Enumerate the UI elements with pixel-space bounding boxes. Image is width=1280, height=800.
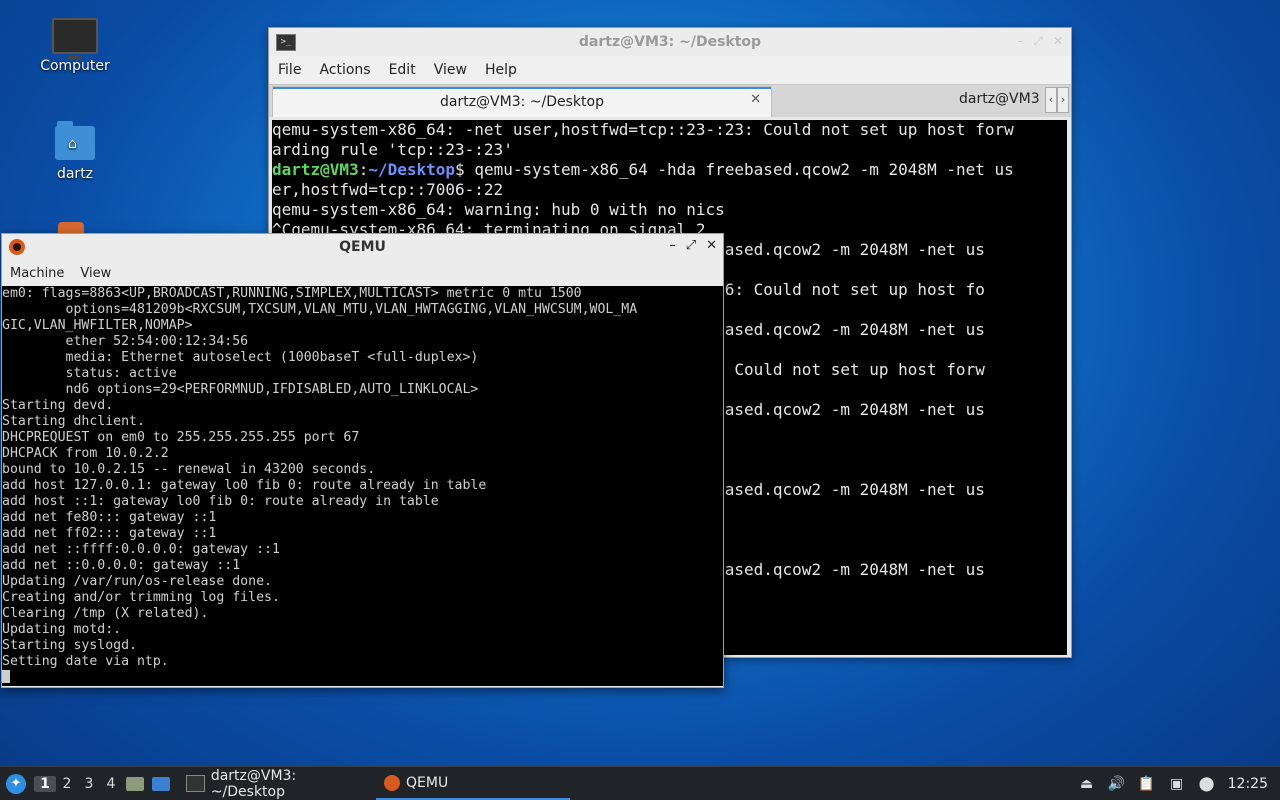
text-cursor xyxy=(2,670,10,683)
console-line: Starting dhclient. xyxy=(2,414,145,429)
qemu-window-title: QEMU xyxy=(339,239,386,255)
show-desktop-icon[interactable] xyxy=(152,776,170,791)
console-line: DHCPREQUEST on em0 to 255.255.255.255 po… xyxy=(2,430,360,445)
menu-edit[interactable]: Edit xyxy=(380,62,425,78)
workspace-1[interactable]: 1 xyxy=(34,775,56,792)
workspace-4[interactable]: 4 xyxy=(100,776,122,792)
desktop-icon-computer[interactable]: Computer xyxy=(30,18,120,74)
console-line: ether 52:54:00:12:34:56 xyxy=(2,334,249,349)
eject-icon[interactable]: ⏏ xyxy=(1078,776,1096,792)
console-line: add net ::ffff:0.0.0.0: gateway ::1 xyxy=(2,542,280,557)
menu-help[interactable]: Help xyxy=(476,62,526,78)
menu-machine[interactable]: Machine xyxy=(2,266,72,281)
console-line: Setting date via ntp. xyxy=(2,654,169,669)
home-folder-icon: ⌂ xyxy=(55,121,95,160)
task-label: QEMU xyxy=(406,774,449,791)
tab-scroll-left-icon[interactable]: ‹ xyxy=(1045,87,1057,113)
console-line: status: active xyxy=(2,366,177,381)
qemu-console[interactable]: em0: flags=8863<UP,BROADCAST,RUNNING,SIM… xyxy=(2,286,723,686)
minimize-icon[interactable]: – xyxy=(669,238,676,253)
maximize-icon[interactable]: ⤢ xyxy=(686,238,696,253)
task-qemu[interactable]: QEMU xyxy=(376,767,570,800)
console-line: Clearing /tmp (X related). xyxy=(2,606,209,621)
update-notification-icon[interactable]: ⬤ xyxy=(1198,776,1216,792)
clipboard-icon[interactable]: 📋 xyxy=(1138,776,1156,792)
terminal-line: er,hostfwd=tcp::7006-:22 xyxy=(272,180,504,199)
task-terminal[interactable]: dartz@VM3: ~/Desktop xyxy=(178,767,372,800)
start-menu-icon[interactable]: ✦ xyxy=(6,773,26,794)
menu-view[interactable]: View xyxy=(425,62,476,78)
terminal-menubar: File Actions Edit View Help xyxy=(269,56,1071,84)
terminal-window-title: dartz@VM3: ~/Desktop xyxy=(578,34,762,50)
console-line: Updating /var/run/os-release done. xyxy=(2,574,272,589)
network-icon[interactable]: ▣ xyxy=(1168,776,1186,792)
tab-inactive[interactable]: dartz@VM3 xyxy=(959,91,1040,107)
terminal-task-icon xyxy=(186,775,205,792)
workspace-2[interactable]: 2 xyxy=(56,776,78,792)
qemu-menubar: Machine View xyxy=(2,260,723,286)
console-line: Starting devd. xyxy=(2,398,114,413)
terminal-line: qemu-system-x86_64: warning: hub 0 with … xyxy=(272,200,725,219)
terminal-line: qemu-system-x86_64: -net user,hostfwd=tc… xyxy=(272,120,1014,139)
menu-file[interactable]: File xyxy=(269,62,310,78)
tab-close-icon[interactable]: ✕ xyxy=(750,92,761,107)
prompt-path: ~/Desktop xyxy=(368,160,456,179)
console-line: add host ::1: gateway lo0 fib 0: route a… xyxy=(2,494,439,509)
workspace-3[interactable]: 3 xyxy=(78,776,100,792)
taskbar: ✦ 1 2 3 4 dartz@VM3: ~/Desktop QEMU ⏏ 🔊 … xyxy=(0,766,1280,800)
console-cursor-line xyxy=(2,670,723,686)
tab-scroll-right-icon[interactable]: › xyxy=(1057,87,1069,113)
console-line: add net fe80::: gateway ::1 xyxy=(2,510,217,525)
console-line: GIC,VLAN_HWFILTER,NOMAP> xyxy=(2,318,193,333)
terminal-titlebar[interactable]: >_ dartz@VM3: ~/Desktop – ⤢ ✕ xyxy=(269,28,1071,56)
console-line: DHCPACK from 10.0.2.2 xyxy=(2,446,169,461)
console-line: add net ::0.0.0.0: gateway ::1 xyxy=(2,558,241,573)
terminal-tabbar: dartz@VM3: ~/Desktop ✕ dartz@VM3 ‹ › xyxy=(269,84,1071,117)
prompt-user: dartz@VM3 xyxy=(272,160,359,179)
maximize-icon[interactable]: ⤢ xyxy=(1033,34,1043,49)
menu-view[interactable]: View xyxy=(72,266,119,281)
console-line: add net ff02::: gateway ::1 xyxy=(2,526,217,541)
task-label: dartz@VM3: ~/Desktop xyxy=(210,767,297,800)
terminal-line: arding rule 'tcp::23-:23' xyxy=(272,140,513,159)
console-line: Updating motd:. xyxy=(2,622,122,637)
desktop-icon-label: Computer xyxy=(40,58,110,74)
console-line: add host 127.0.0.1: gateway lo0 fib 0: r… xyxy=(2,478,487,493)
console-line: media: Ethernet autoselect (1000baseT <f… xyxy=(2,350,479,365)
desktop-icon-home-folder[interactable]: ⌂ dartz xyxy=(30,121,120,182)
console-line: em0: flags=8863<UP,BROADCAST,RUNNING,SIM… xyxy=(2,286,582,301)
console-line: nd6 options=29<PERFORMNUD,IFDISABLED,AUT… xyxy=(2,382,479,397)
tab-active[interactable]: dartz@VM3: ~/Desktop ✕ xyxy=(272,86,772,117)
minimize-icon[interactable]: – xyxy=(1017,34,1023,49)
console-line: Starting syslogd. xyxy=(2,638,137,653)
prompt-separator: : xyxy=(358,160,369,179)
terminal-line: dartz@VM3:~/Desktop$ qemu-system-x86_64 … xyxy=(272,160,1067,180)
volume-icon[interactable]: 🔊 xyxy=(1108,776,1126,792)
qemu-titlebar[interactable]: QEMU – ⤢ ✕ xyxy=(2,234,723,260)
tab-label: dartz@VM3: ~/Desktop xyxy=(440,94,604,110)
qemu-window[interactable]: QEMU – ⤢ ✕ Machine View em0: flags=8863<… xyxy=(1,233,724,688)
system-tray: ⏏ 🔊 📋 ▣ ⬤ 12:25 xyxy=(1078,767,1280,800)
file-manager-icon[interactable] xyxy=(126,776,144,791)
console-line: bound to 10.0.2.15 -- renewal in 43200 s… xyxy=(2,462,376,477)
prompt-dollar: $ xyxy=(455,160,465,179)
console-line: Creating and/or trimming log files. xyxy=(2,590,280,605)
close-icon[interactable]: ✕ xyxy=(1053,34,1063,49)
close-icon[interactable]: ✕ xyxy=(706,238,717,253)
menu-actions[interactable]: Actions xyxy=(310,62,379,78)
clock[interactable]: 12:25 xyxy=(1228,776,1268,792)
desktop-icon-label: dartz xyxy=(56,166,94,182)
command-text: qemu-system-x86_64 -hda freebased.qcow2 … xyxy=(464,160,1014,179)
qemu-task-icon xyxy=(384,774,400,791)
console-line: options=481209b<RXCSUM,TXCSUM,VLAN_MTU,V… xyxy=(2,302,638,317)
computer-icon xyxy=(52,18,98,60)
